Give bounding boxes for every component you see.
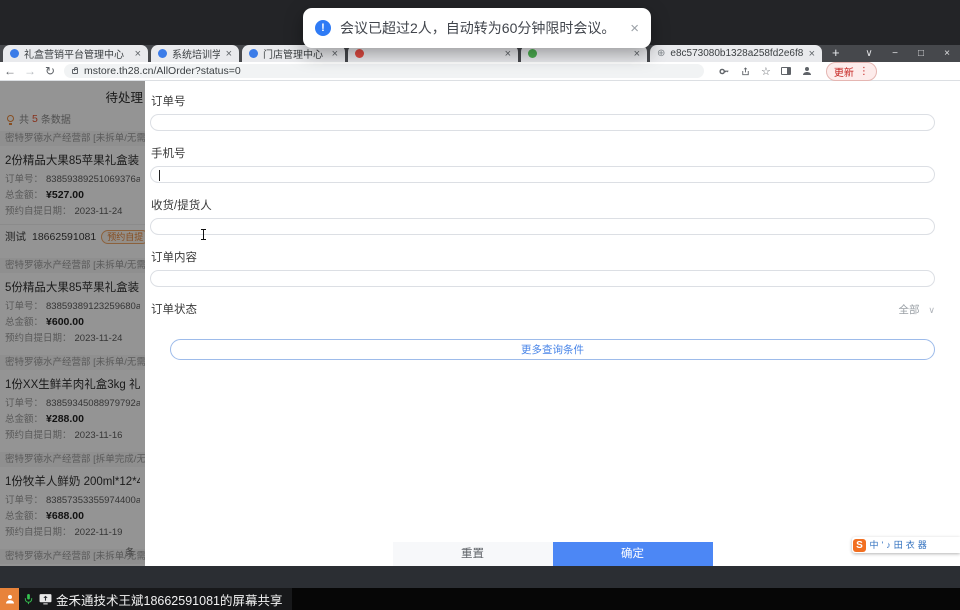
mouse-cursor-ibeam	[200, 229, 207, 241]
tab-label: 门店管理中心	[263, 50, 323, 61]
search-form: 订单号 手机号 收货/提货人 订单内容 订单状态 全部 ∨ 更多查询条件	[145, 81, 960, 360]
tab-close-icon[interactable]: ×	[505, 48, 511, 60]
tab-search-icon[interactable]: ∨	[856, 48, 882, 59]
bookmark-star-icon[interactable]: ☆	[761, 65, 771, 78]
text-caret	[159, 170, 160, 181]
profile-avatar-icon[interactable]	[801, 65, 813, 77]
reset-button[interactable]: 重置	[392, 542, 553, 566]
tab-gift-admin[interactable]: 礼盒营销平台管理中心 ×	[3, 45, 148, 62]
minimize-button[interactable]: −	[882, 48, 908, 59]
chrome-update-button[interactable]: 更新 ⋮	[825, 61, 877, 81]
forward-button[interactable]: →	[20, 64, 40, 78]
sogou-logo-icon[interactable]: S	[853, 538, 866, 552]
microphone-icon	[24, 593, 33, 604]
tab-label: 礼盒营销平台管理中心	[24, 50, 124, 61]
person-icon	[5, 595, 14, 604]
tab-close-icon[interactable]: ×	[332, 48, 338, 60]
phone-field-label: 手机号	[151, 148, 186, 160]
status-field-label: 订单状态	[151, 304, 197, 316]
update-label: 更新	[833, 67, 854, 79]
lock-icon	[72, 66, 78, 74]
order-no-input[interactable]	[150, 114, 935, 131]
tab-favicon	[249, 49, 258, 58]
toast-close-icon[interactable]: ×	[624, 20, 639, 37]
url-text: mstore.th28.cn/AllOrder?status=0	[84, 65, 241, 77]
status-row: 订单状态 全部 ∨	[150, 301, 935, 317]
chevron-down-icon: ∨	[928, 304, 935, 315]
share-status-chip: 金禾通技术王斌18662591081的屏幕共享	[19, 588, 293, 610]
tab-favicon	[10, 49, 19, 58]
more-conditions-button[interactable]: 更多查询条件	[170, 339, 935, 360]
back-button[interactable]: ←	[0, 64, 20, 78]
tab-hash[interactable]: ⊕ e8c573080b1328a258fd2e6f8 ×	[650, 45, 822, 62]
page-content: 待处理 共 5 条数据 密特罗德水产经营部 [未拆单/无需拆单] 2份精品大果8…	[0, 81, 960, 566]
phone-input[interactable]	[150, 166, 935, 183]
sogou-input-bar[interactable]: S 中 ' ♪ 田 衣 器	[852, 537, 960, 553]
receiver-field-label: 收货/提货人	[151, 200, 212, 212]
sogou-toolbox-icon[interactable]: 器	[918, 537, 927, 553]
order-list-sidebar: 待处理 共 5 条数据 密特罗德水产经营部 [未拆单/无需拆单] 2份精品大果8…	[0, 81, 145, 566]
screen-share-bar: 金禾通技术王斌18662591081的屏幕共享	[0, 588, 960, 610]
maximize-button[interactable]: □	[908, 48, 934, 59]
key-icon[interactable]	[719, 66, 730, 77]
sogou-skin-icon[interactable]: 衣	[906, 537, 915, 553]
sogou-mode-icon[interactable]: 中	[870, 537, 879, 553]
tab-label: e8c573080b1328a258fd2e6f8	[670, 48, 803, 59]
side-panel-icon[interactable]	[780, 67, 791, 75]
tab-close-icon[interactable]: ×	[226, 48, 232, 60]
share-icon[interactable]	[740, 66, 751, 77]
taskbar-strip	[0, 566, 960, 588]
tab-favicon	[355, 49, 364, 58]
content-input[interactable]	[150, 270, 935, 287]
content-field-label: 订单内容	[151, 252, 197, 264]
tab-close-icon[interactable]: ×	[135, 48, 141, 60]
reload-button[interactable]: ↻	[40, 64, 60, 78]
address-bar[interactable]: mstore.th28.cn/AllOrder?status=0	[64, 64, 704, 78]
tab-training[interactable]: 系统培训学习 ×	[151, 45, 239, 62]
order-search-drawer: 订单号 手机号 收货/提货人 订单内容 订单状态 全部 ∨ 更多查询条件 重置 …	[145, 81, 960, 566]
tab-label: 系统培训学习	[172, 50, 220, 61]
screen-share-icon	[39, 594, 52, 605]
tab-close-icon[interactable]: ×	[634, 48, 640, 60]
status-value: 全部	[898, 303, 920, 316]
sogou-symbol-icon[interactable]: '	[882, 537, 884, 553]
sogou-voice-icon[interactable]: ♪	[886, 537, 891, 553]
window-controls: ∨ − □ ×	[856, 45, 960, 62]
meeting-toast: ! 会议已超过2人，自动转为60分钟限时会议。 ×	[303, 8, 651, 48]
toolbar-icons: ☆	[714, 65, 818, 78]
confirm-button[interactable]: 确定	[552, 542, 713, 566]
screen: 礼盒营销平台管理中心 × 系统培训学习 × 门店管理中心 × × × ⊕ e8c…	[0, 0, 960, 610]
browser-toolbar: ← → ↻ mstore.th28.cn/AllOrder?status=0 ☆…	[0, 61, 960, 81]
toast-message: 会议已超过2人，自动转为60分钟限时会议。	[340, 20, 616, 36]
tab-favicon	[528, 49, 537, 58]
avatar	[0, 588, 19, 610]
status-select[interactable]: 全部 ∨	[898, 302, 935, 317]
info-icon: !	[315, 20, 331, 36]
globe-favicon: ⊕	[657, 48, 666, 59]
window-close-button[interactable]: ×	[934, 48, 960, 59]
order-no-field-label: 订单号	[151, 96, 186, 108]
drawer-footer: 重置 确定	[145, 542, 960, 566]
share-text: 金禾通技术王斌18662591081的屏幕共享	[56, 593, 283, 608]
receiver-input[interactable]	[150, 218, 935, 235]
tab-favicon	[158, 49, 167, 58]
modal-dim-overlay	[0, 81, 145, 566]
tab-close-icon[interactable]: ×	[809, 48, 815, 60]
sogou-keyboard-icon[interactable]: 田	[894, 537, 903, 553]
kebab-menu-icon[interactable]: ⋮	[859, 66, 869, 77]
new-tab-button[interactable]: +	[832, 45, 840, 60]
